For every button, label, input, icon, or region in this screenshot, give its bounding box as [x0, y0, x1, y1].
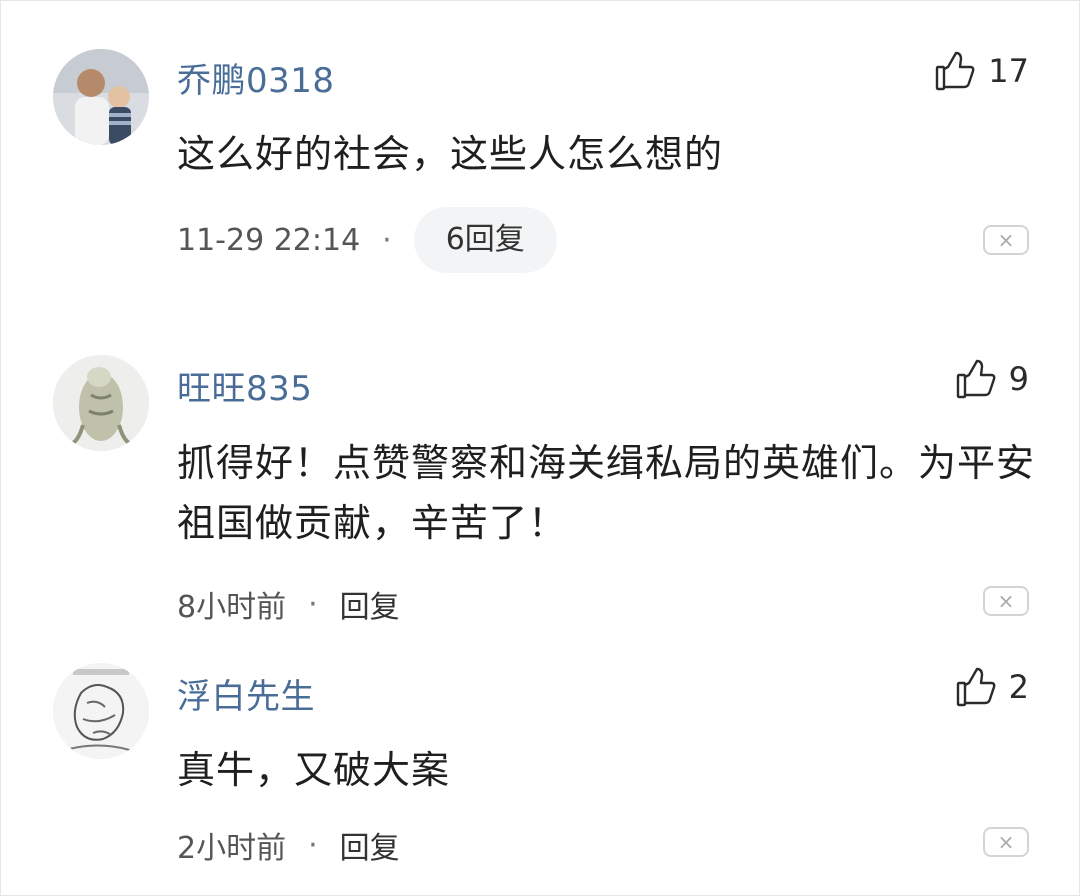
- comment-text: 这么好的社会，这些人怎么想的: [177, 132, 724, 176]
- like-count: 17: [988, 52, 1029, 90]
- comment-meta: 2小时前 · 回复: [177, 823, 400, 867]
- like-button[interactable]: 17: [934, 49, 1029, 93]
- user-avatar-icon[interactable]: [53, 49, 149, 145]
- comment-text: 真牛，又破大案: [177, 748, 451, 792]
- comment-list: 乔鹏0318 17 这么好的社会，这些人怎么想的 11-29 22:14 · 6…: [0, 0, 1080, 896]
- comment-meta: 8小时前 · 回复: [177, 582, 400, 626]
- like-button[interactable]: 2: [955, 665, 1029, 709]
- meta-separator: ·: [308, 827, 318, 863]
- user-avatar-icon[interactable]: [53, 355, 149, 451]
- timestamp: 2小时前: [177, 831, 287, 866]
- meta-separator: ·: [308, 586, 318, 622]
- close-icon[interactable]: ×: [983, 586, 1029, 616]
- comment-text: 抓得好！点赞警察和海关缉私局的英雄们。为平安祖国做贡献，辛苦了！: [177, 441, 1036, 545]
- thumbs-up-icon: [955, 357, 999, 401]
- comment-meta: 11-29 22:14 · 6回复: [177, 207, 557, 273]
- close-icon[interactable]: ×: [983, 225, 1029, 255]
- meta-separator: ·: [382, 222, 392, 258]
- username[interactable]: 乔鹏0318: [177, 53, 335, 102]
- user-avatar-icon[interactable]: [53, 663, 149, 759]
- username[interactable]: 浮白先生: [177, 669, 315, 718]
- timestamp: 11-29 22:14: [177, 222, 361, 258]
- reply-count-button[interactable]: 6回复: [413, 207, 557, 273]
- close-icon[interactable]: ×: [983, 827, 1029, 857]
- timestamp: 8小时前: [177, 590, 287, 625]
- like-count: 2: [1008, 668, 1029, 706]
- username[interactable]: 旺旺835: [177, 361, 312, 410]
- like-button[interactable]: 9: [955, 357, 1029, 401]
- like-count: 9: [1008, 360, 1029, 398]
- thumbs-up-icon: [934, 49, 978, 93]
- reply-button[interactable]: 回复: [340, 582, 400, 626]
- reply-button[interactable]: 回复: [340, 823, 400, 867]
- thumbs-up-icon: [955, 665, 999, 709]
